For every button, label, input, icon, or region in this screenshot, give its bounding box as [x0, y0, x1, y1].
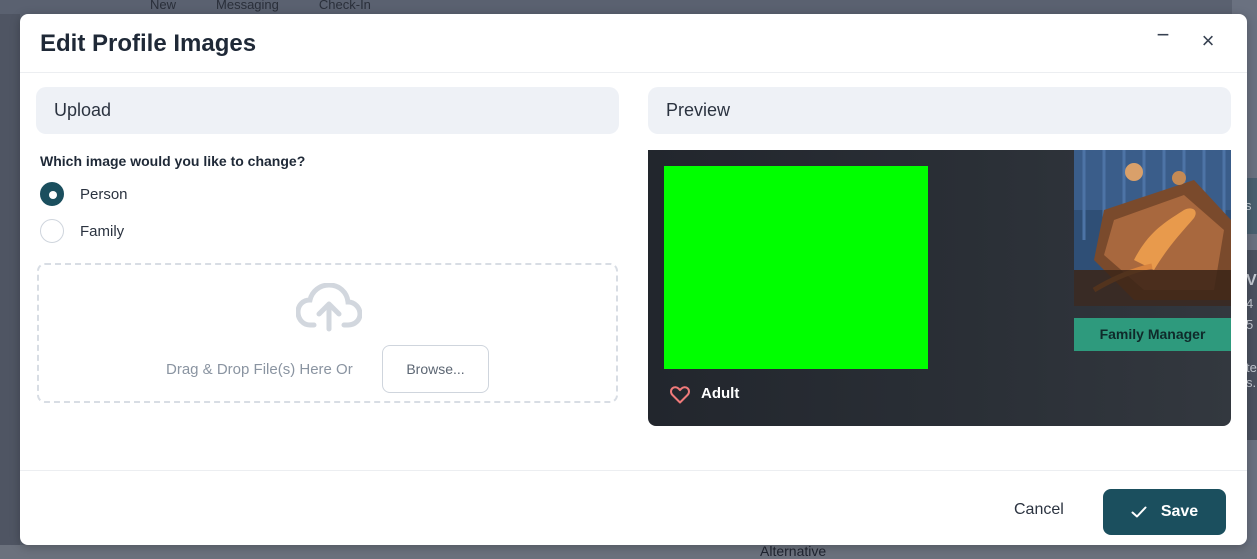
bg-nav-checkin: Check-In — [318, 0, 371, 12]
radio-person-label: Person — [80, 185, 128, 203]
radio-family-label: Family — [80, 222, 125, 240]
preview-card: Adult Family Manager — [648, 150, 1231, 426]
radio-option-person[interactable]: Person — [40, 182, 128, 206]
dropzone-text: Drag & Drop File(s) Here Or — [166, 361, 353, 378]
radio-person-control[interactable] — [40, 182, 64, 206]
preview-heading: Preview — [648, 87, 1231, 134]
browse-button[interactable]: Browse... — [382, 345, 489, 393]
family-manager-badge: Family Manager — [1074, 318, 1231, 351]
image-choice-question: Which image would you like to change? — [40, 153, 306, 169]
bg-nav-new: New — [150, 0, 177, 12]
upload-heading: Upload — [36, 87, 619, 134]
cloud-upload-icon — [296, 283, 362, 332]
person-image-preview — [664, 166, 928, 369]
heart-outline-icon — [670, 386, 690, 404]
family-image-preview — [1074, 150, 1231, 306]
radio-option-family[interactable]: Family — [40, 219, 124, 243]
person-type-label: Adult — [701, 385, 740, 402]
background-nav: New Messaging Check-In — [150, 0, 371, 14]
edit-profile-images-dialog: Edit Profile Images − × Upload Which ima… — [20, 14, 1247, 545]
dialog-header: Edit Profile Images − × — [20, 14, 1247, 73]
file-dropzone[interactable]: Drag & Drop File(s) Here Or Browse... — [37, 263, 618, 403]
dialog-title: Edit Profile Images — [40, 30, 257, 57]
check-icon — [1131, 506, 1147, 518]
radio-family-control[interactable] — [40, 219, 64, 243]
bg-nav-messaging: Messaging — [216, 0, 279, 12]
background-bottom: Alternative — [0, 543, 1257, 559]
close-button[interactable]: × — [1195, 28, 1221, 54]
dialog-footer: Cancel Save — [20, 470, 1247, 546]
background-left — [0, 0, 20, 559]
save-label: Save — [1160, 503, 1199, 520]
cancel-button[interactable]: Cancel — [1014, 501, 1064, 519]
minimize-button[interactable]: − — [1150, 22, 1176, 48]
save-button[interactable]: Save — [1103, 489, 1226, 535]
